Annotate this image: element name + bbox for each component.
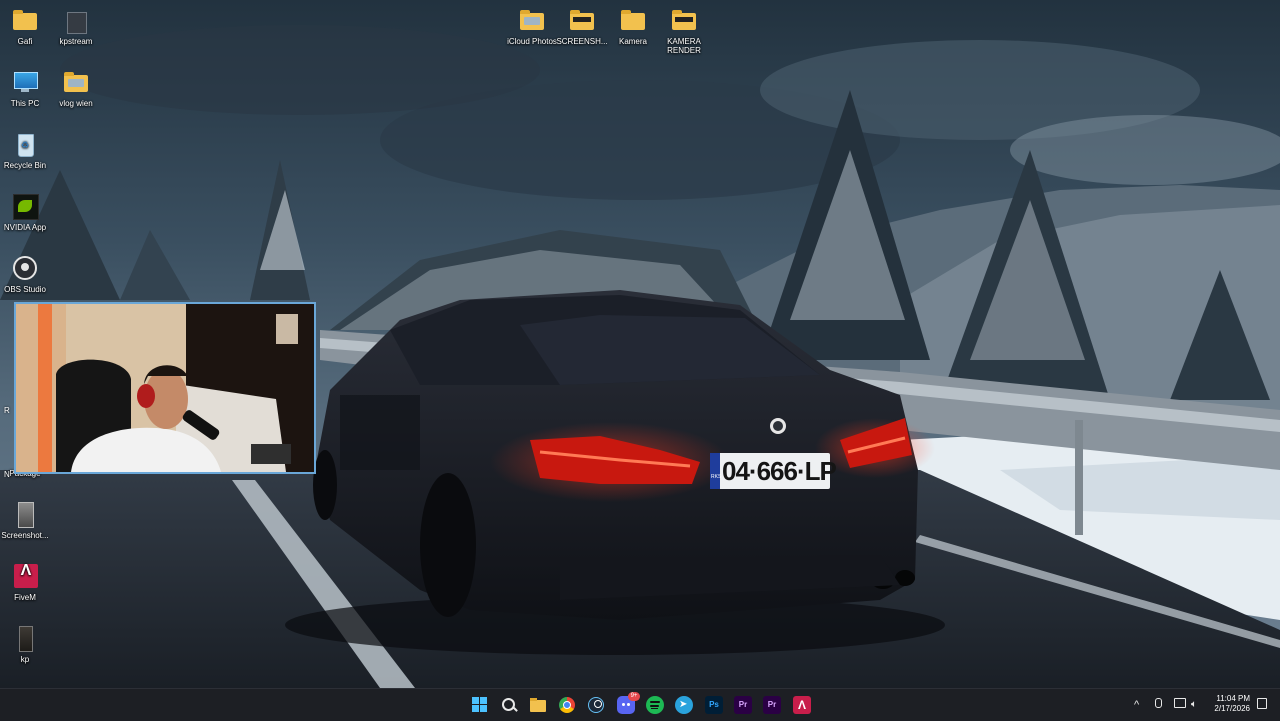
- search-icon[interactable]: [500, 696, 518, 714]
- windows-start-icon[interactable]: [471, 696, 489, 714]
- desktop-icon-screenshot[interactable]: Screenshot...: [0, 502, 52, 540]
- clock-time: 11:04 PM: [1216, 694, 1250, 703]
- fivem-icon: Λ: [12, 563, 38, 590]
- tray-overflow-chevron[interactable]: ^: [1134, 698, 1139, 712]
- desktop-icon-gafi[interactable]: Gafi: [0, 8, 52, 46]
- folder-icon: [671, 8, 697, 34]
- clock-date: 2/17/2026: [1214, 704, 1250, 713]
- recycle-bin-icon: ♻: [12, 132, 38, 158]
- desktop-icon-kp[interactable]: kp: [0, 626, 52, 664]
- desktop-icon-kamera[interactable]: Kamera: [606, 8, 660, 46]
- discord-icon[interactable]: 9+: [617, 692, 640, 714]
- folder-icon: [620, 8, 646, 34]
- desktop-icon-recycle-bin[interactable]: ♻ Recycle Bin: [0, 132, 52, 170]
- desktop-icon-screenshots[interactable]: SCREENSH...: [555, 8, 609, 46]
- microphone-icon[interactable]: [1155, 698, 1162, 708]
- premiere-icon[interactable]: Pr: [734, 696, 752, 714]
- folder-icon: [12, 8, 38, 34]
- partial-desktop-label: R: [4, 406, 10, 415]
- image-file-icon: [12, 502, 38, 528]
- notifications-icon[interactable]: [1257, 698, 1267, 709]
- fivem-icon[interactable]: Λ: [793, 696, 811, 714]
- desktop-icon-kpstream[interactable]: kpstream: [49, 8, 103, 46]
- desktop-icon-vlog-wien[interactable]: vlog wien: [49, 70, 103, 108]
- obs-icon: [12, 256, 38, 282]
- image-file-icon: [12, 626, 38, 652]
- telegram-icon[interactable]: ➤: [675, 696, 693, 714]
- desktop-icon-this-pc[interactable]: This PC: [0, 70, 52, 108]
- folder-icon: [569, 8, 595, 34]
- network-icon[interactable]: [1174, 698, 1186, 708]
- file-icon: [63, 8, 89, 34]
- license-plate-country: RKS: [711, 474, 722, 480]
- folder-icon[interactable]: [529, 696, 547, 714]
- taskbar: 9+ ➤ Ps Pr Pr Λ ^ 🔈︎ 11:04 PM 2/17/2026: [0, 688, 1280, 721]
- webcam-preview: [14, 302, 316, 474]
- this-pc-icon: [12, 70, 38, 96]
- desktop-icon-icloud-photos[interactable]: iCloud Photos: [505, 8, 559, 46]
- desktop-icon-fivem[interactable]: Λ FiveM: [0, 563, 52, 602]
- partial-desktop-label: N: [4, 470, 10, 479]
- spotify-icon[interactable]: [646, 696, 664, 714]
- nvidia-icon: [12, 194, 39, 220]
- volume-icon[interactable]: 🔈︎: [1191, 698, 1197, 712]
- clock[interactable]: 11:04 PM 2/17/2026: [1214, 694, 1250, 714]
- folder-icon: [519, 8, 545, 34]
- license-plate: 04·666·LP: [722, 456, 837, 486]
- desktop-icon-kamera-render[interactable]: KAMERA RENDER: [657, 8, 711, 55]
- premiere-icon[interactable]: Pr: [763, 696, 781, 714]
- desktop-icon-nvidia-app[interactable]: NVIDIA App: [0, 194, 52, 232]
- notification-badge: 9+: [628, 692, 640, 701]
- steam-icon[interactable]: [587, 696, 605, 714]
- photoshop-icon[interactable]: Ps: [705, 696, 723, 714]
- folder-icon: [63, 70, 89, 96]
- desktop-icon-obs-studio[interactable]: OBS Studio: [0, 256, 52, 294]
- chrome-icon[interactable]: [558, 696, 576, 714]
